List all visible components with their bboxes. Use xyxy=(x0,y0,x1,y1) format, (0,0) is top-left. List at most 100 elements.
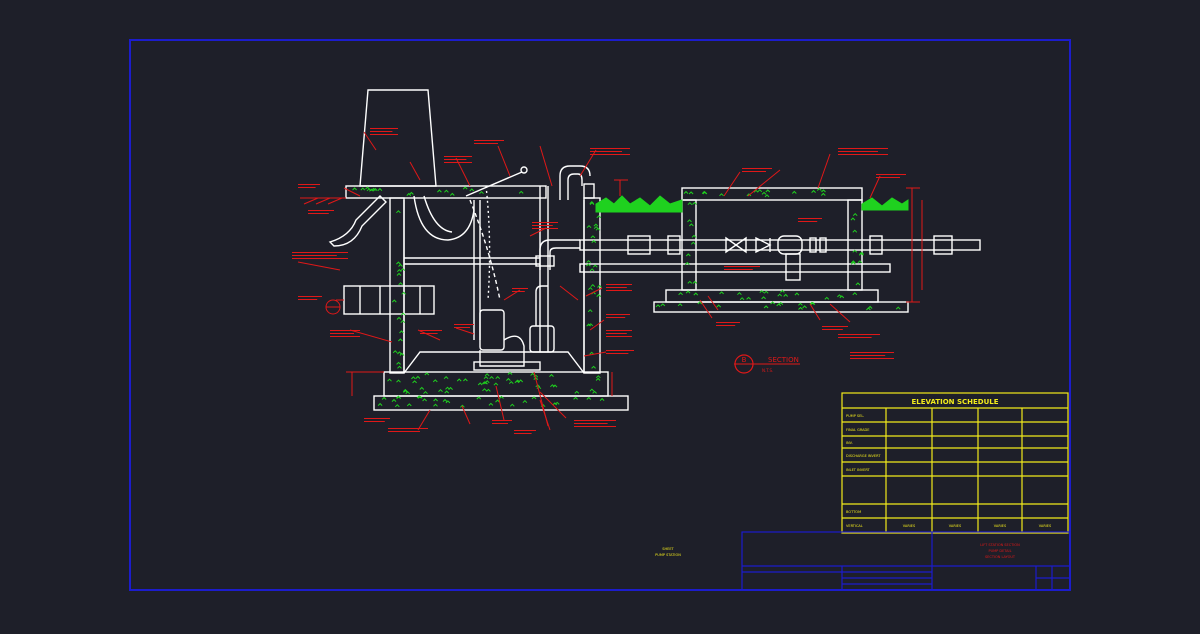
gravel-mark xyxy=(405,391,411,395)
note-line xyxy=(514,433,532,434)
gravel-mark xyxy=(444,390,450,394)
leader-line xyxy=(417,329,441,341)
leader-line xyxy=(869,175,881,199)
gravel-mark xyxy=(411,376,416,380)
annotation-leaders xyxy=(297,131,881,431)
gravel-mark xyxy=(445,386,450,390)
schedule-row-label: VERTICAL xyxy=(846,524,863,528)
gravel-mark xyxy=(589,268,595,272)
leader-line xyxy=(559,285,579,301)
gravel-mark xyxy=(824,296,830,300)
gravel-mark xyxy=(398,263,403,267)
note-line xyxy=(590,151,622,152)
note-line xyxy=(606,333,627,334)
gravel-mark xyxy=(365,186,370,190)
note-line xyxy=(444,156,472,157)
note-line xyxy=(330,333,354,334)
gravel-mark xyxy=(811,189,816,193)
schedule-title: ELEVATION SCHEDULE xyxy=(911,398,998,406)
gravel-mark xyxy=(377,402,383,406)
leader-line xyxy=(497,145,511,177)
gravel-mark xyxy=(816,187,822,191)
note-line xyxy=(444,159,467,160)
note-line xyxy=(298,299,318,300)
gravel-mark xyxy=(484,380,490,384)
gravel-mark xyxy=(419,386,425,390)
note-line xyxy=(606,353,629,354)
gravel-mark xyxy=(802,305,807,309)
ground-line xyxy=(300,197,346,205)
gravel-mark xyxy=(392,350,398,354)
gravel-mark xyxy=(850,217,856,221)
schedule-row-label: PUMP SEL. xyxy=(846,414,864,418)
gravel-mark xyxy=(852,292,858,296)
drawing-stage: B SECTION N.T.S. ELEVATION SCHEDULE PUMP… xyxy=(0,0,1200,630)
leader-line xyxy=(409,161,421,181)
gravel-mark xyxy=(479,190,484,195)
gravel-mark xyxy=(855,282,861,286)
note-line xyxy=(822,326,848,327)
gravel-mark xyxy=(763,305,769,309)
gravel-mark xyxy=(794,292,800,296)
gravel-mark xyxy=(798,302,803,306)
leader-line xyxy=(461,405,471,425)
note-line xyxy=(532,228,558,229)
gravel-mark xyxy=(438,388,443,393)
gravel-mark xyxy=(437,189,442,193)
gravel-mark xyxy=(554,401,560,405)
gravel-mark xyxy=(716,304,722,308)
gravel-mark xyxy=(590,283,596,288)
gravel-mark xyxy=(486,388,491,392)
gravel-mark xyxy=(394,404,400,408)
gravel-mark xyxy=(764,194,770,198)
note-line xyxy=(298,184,320,185)
gravel-mark xyxy=(443,375,449,380)
gravel-mark xyxy=(765,189,771,193)
note-line xyxy=(512,288,528,289)
gravel-mark xyxy=(507,371,513,375)
note-line xyxy=(850,358,894,359)
gravel-mark xyxy=(837,294,842,298)
gravel-mark xyxy=(693,292,699,296)
leader-line xyxy=(539,399,551,431)
title-block xyxy=(741,531,1071,591)
note-line xyxy=(492,420,512,421)
gravel-mark xyxy=(433,398,438,402)
note-line xyxy=(444,162,472,163)
schedule-bottom-cell: VARIES xyxy=(994,524,1007,528)
gravel-mark xyxy=(688,191,694,195)
schedule-bottom-cells: VARIES VARIES VARIES VARIES xyxy=(903,524,1052,528)
note-line xyxy=(742,168,772,169)
gravel-mark xyxy=(412,380,417,384)
gravel-mark xyxy=(895,306,901,310)
schedule-row-label: DISCHARGE INVERT xyxy=(846,454,881,458)
sheet-center-note-2: PUMP STATION xyxy=(655,553,681,557)
note-line xyxy=(574,420,616,421)
note-line xyxy=(838,151,878,152)
leader-line xyxy=(829,303,851,323)
grass-icon xyxy=(595,195,909,213)
note-line xyxy=(364,421,385,422)
note-line xyxy=(370,134,398,135)
gravel-mark xyxy=(778,301,784,305)
note-line xyxy=(606,290,632,291)
gravel-mark xyxy=(522,399,528,404)
gravel-mark xyxy=(449,192,455,196)
gravel-mark xyxy=(820,192,826,196)
gravel-mark xyxy=(589,388,595,392)
gravel-mark xyxy=(821,189,826,193)
gravel-mark xyxy=(690,241,696,245)
note-line xyxy=(724,266,760,267)
gravel-mark xyxy=(456,378,462,382)
gravel-mark xyxy=(687,201,693,206)
gravel-mark xyxy=(660,303,666,307)
note-line xyxy=(370,128,398,129)
schedule-row-label: INLET INVERT xyxy=(846,468,870,472)
section-marker-symbol: B xyxy=(742,356,747,364)
gravel-mark xyxy=(398,338,403,342)
gravel-mark xyxy=(444,189,449,193)
note-line xyxy=(798,218,822,219)
gravel-mark xyxy=(591,365,596,369)
gravel-mark xyxy=(791,190,797,194)
note-line xyxy=(838,337,872,338)
